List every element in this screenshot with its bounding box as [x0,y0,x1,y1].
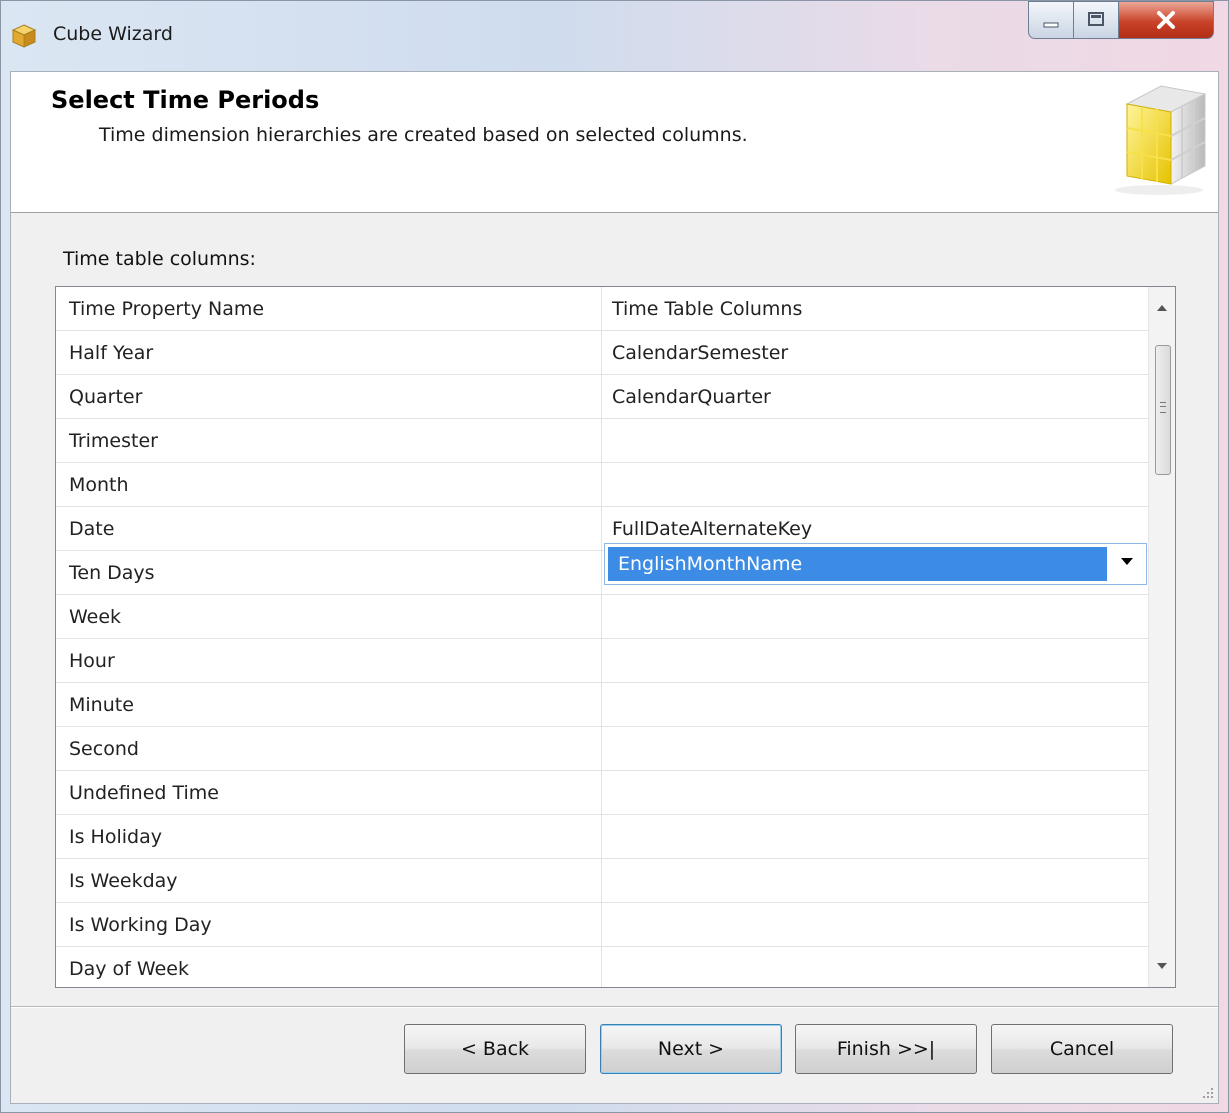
property-name: Second [69,738,139,760]
dropdown-arrow-icon[interactable] [1121,558,1133,565]
vertical-scrollbar[interactable] [1148,287,1175,987]
property-name: Is Weekday [69,870,178,892]
property-name: Trimester [69,430,158,452]
wizard-body: Select Time Periods Time dimension hiera… [10,71,1219,1104]
table-column-value[interactable] [612,903,1132,946]
table-column-value[interactable] [612,639,1132,682]
page-subtitle: Time dimension hierarchies are created b… [99,124,748,146]
table-column-value[interactable] [612,815,1132,858]
table-row[interactable]: Undefined Time [56,771,1148,815]
table-row[interactable]: Day of Week [56,947,1148,987]
header-panel: Select Time Periods Time dimension hiera… [11,72,1218,213]
property-name: Hour [69,650,115,672]
selected-column-value[interactable]: EnglishMonthName [608,547,1107,581]
property-name: Month [69,474,129,496]
title-bar[interactable]: Cube Wizard [1,1,1228,71]
cube-graphic [1115,85,1207,195]
cube-wizard-window: Cube Wizard Select Time Periods Time dim… [0,0,1229,1113]
scroll-down-arrow-icon[interactable] [1157,963,1167,969]
footer-divider [11,1006,1218,1008]
table-column-value[interactable]: CalendarSemester [612,331,1132,374]
month-column-dropdown[interactable]: EnglishMonthName [604,543,1147,585]
table-row[interactable]: Minute [56,683,1148,727]
table-row[interactable]: Week [56,595,1148,639]
table-row[interactable]: Hour [56,639,1148,683]
property-name: Is Holiday [69,826,162,848]
property-name: Half Year [69,342,154,364]
table-row[interactable]: Month [56,463,1148,507]
table-column-value[interactable] [612,683,1132,726]
table-column-value[interactable]: CalendarQuarter [612,375,1132,418]
cube-icon [11,24,37,48]
time-table-columns-label: Time table columns: [63,248,256,270]
finish-button[interactable]: Finish >>| [795,1024,977,1074]
back-button[interactable]: < Back [404,1024,586,1074]
table-row[interactable]: Is Weekday [56,859,1148,903]
property-name: Week [69,606,122,628]
table-row[interactable]: Half Year CalendarSemester [56,331,1148,375]
table-column-value[interactable] [612,727,1132,770]
grip-icon [1160,402,1166,413]
table-row[interactable]: Is Working Day [56,903,1148,947]
window-title: Cube Wizard [53,23,173,45]
table-column-value[interactable] [612,595,1132,638]
property-name: Date [69,518,115,540]
page-title: Select Time Periods [51,86,320,114]
maximize-button[interactable] [1073,1,1119,39]
property-name: Ten Days [69,562,155,584]
close-button[interactable] [1118,1,1214,39]
table-row[interactable]: Quarter CalendarQuarter [56,375,1148,419]
resize-grip-icon[interactable] [1201,1086,1215,1100]
table-row[interactable]: Is Holiday [56,815,1148,859]
next-button[interactable]: Next > [600,1024,782,1074]
scroll-thumb[interactable] [1155,345,1171,475]
table-column-value[interactable] [612,859,1132,902]
table-row[interactable]: Trimester [56,419,1148,463]
time-columns-grid[interactable]: Time Property Name Time Table Columns Ha… [55,286,1176,988]
property-name: Undefined Time [69,782,219,804]
column-header-table-column[interactable]: Time Table Columns [612,287,1132,330]
minimize-button[interactable] [1028,1,1074,39]
grid-header-row: Time Property Name Time Table Columns [56,287,1148,331]
close-icon [1157,11,1175,29]
minimize-icon [1043,22,1059,28]
property-name: Day of Week [69,958,189,980]
caption-buttons [1028,1,1214,41]
maximize-icon [1088,12,1104,26]
property-name: Minute [69,694,134,716]
table-column-value[interactable] [612,947,1132,987]
table-row[interactable]: Second [56,727,1148,771]
scroll-up-arrow-icon[interactable] [1157,305,1167,311]
table-column-value[interactable] [612,419,1132,462]
property-name: Quarter [69,386,143,408]
table-column-value[interactable] [612,771,1132,814]
cancel-button[interactable]: Cancel [991,1024,1173,1074]
property-name: Is Working Day [69,914,212,936]
column-header-property[interactable]: Time Property Name [69,287,589,330]
